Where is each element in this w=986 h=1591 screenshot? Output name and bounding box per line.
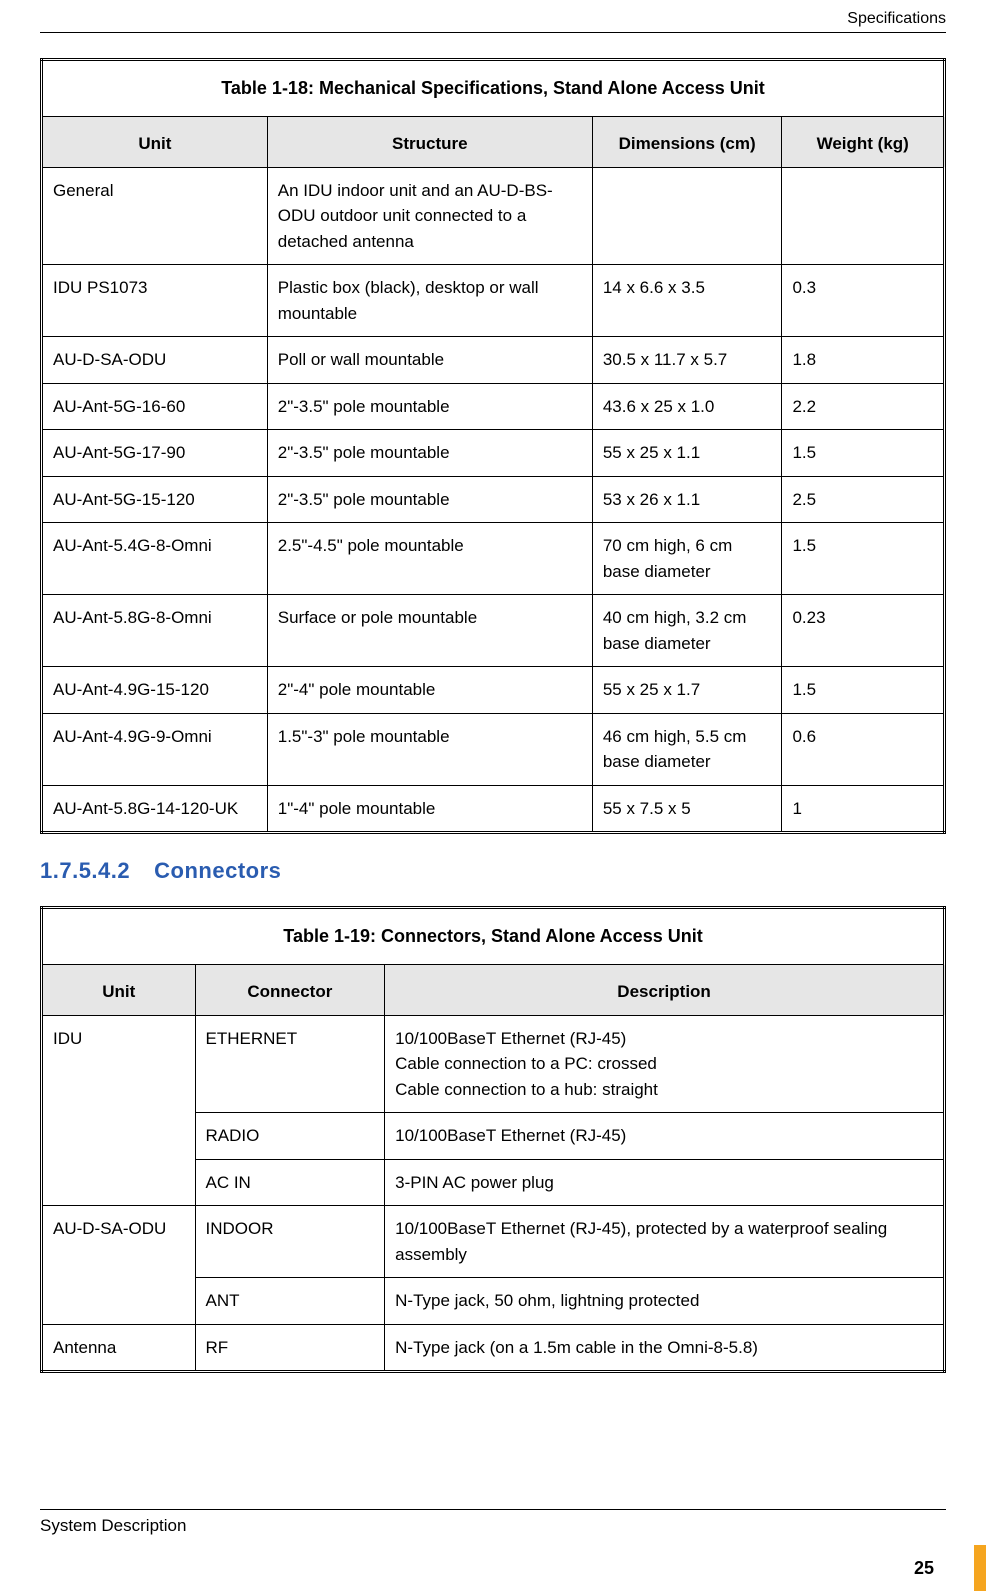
cell: 55 x 25 x 1.7 bbox=[592, 667, 782, 714]
cell: 46 cm high, 5.5 cm base diameter bbox=[592, 713, 782, 785]
cell: 53 x 26 x 1.1 bbox=[592, 476, 782, 523]
table19-col-0: Unit bbox=[42, 965, 196, 1016]
cell: 2.5"-4.5" pole mountable bbox=[267, 523, 592, 595]
table18-caption: Table 1-18: Mechanical Specifications, S… bbox=[42, 60, 945, 117]
cell: 2"-3.5" pole mountable bbox=[267, 476, 592, 523]
table-row: AU-Ant-4.9G-15-1202"-4" pole mountable55… bbox=[42, 667, 945, 714]
cell: AU-Ant-5.8G-14-120-UK bbox=[42, 785, 268, 833]
cell: AU-D-SA-ODU bbox=[42, 337, 268, 384]
table-connectors: Table 1-19: Connectors, Stand Alone Acce… bbox=[40, 906, 946, 1373]
cell: An IDU indoor unit and an AU-D-BS-ODU ou… bbox=[267, 167, 592, 265]
cell: 1.5 bbox=[782, 430, 945, 477]
cell: 70 cm high, 6 cm base diameter bbox=[592, 523, 782, 595]
table19-col-2: Description bbox=[385, 965, 945, 1016]
section-heading-connectors: 1.7.5.4.2 Connectors bbox=[40, 858, 946, 884]
cell: 1.5 bbox=[782, 523, 945, 595]
cell: 2"-3.5" pole mountable bbox=[267, 430, 592, 477]
cell: 0.23 bbox=[782, 595, 945, 667]
cell: AC IN bbox=[195, 1159, 385, 1206]
orange-tab bbox=[974, 1545, 986, 1591]
page-footer: System Description 25 bbox=[40, 1509, 946, 1579]
table-row: AU-Ant-5G-16-602"-3.5" pole mountable43.… bbox=[42, 383, 945, 430]
cell: 1.5"-3" pole mountable bbox=[267, 713, 592, 785]
page-number: 25 bbox=[914, 1558, 946, 1579]
table-row: AU-Ant-5.8G-14-120-UK1"-4" pole mountabl… bbox=[42, 785, 945, 833]
cell: 1.5 bbox=[782, 667, 945, 714]
cell: 1.8 bbox=[782, 337, 945, 384]
table-row: AU-D-SA-ODUPoll or wall mountable30.5 x … bbox=[42, 337, 945, 384]
table-row: AU-Ant-5G-17-902"-3.5" pole mountable55 … bbox=[42, 430, 945, 477]
table-row: AU-Ant-5.8G-8-OmniSurface or pole mounta… bbox=[42, 595, 945, 667]
table-row: IDU PS1073Plastic box (black), desktop o… bbox=[42, 265, 945, 337]
cell: 55 x 25 x 1.1 bbox=[592, 430, 782, 477]
table-row: GeneralAn IDU indoor unit and an AU-D-BS… bbox=[42, 167, 945, 265]
cell bbox=[592, 167, 782, 265]
table-row: AntennaRFN-Type jack (on a 1.5m cable in… bbox=[42, 1324, 945, 1372]
cell: 1 bbox=[782, 785, 945, 833]
table18-col-0: Unit bbox=[42, 117, 268, 168]
cell: ETHERNET bbox=[195, 1015, 385, 1113]
cell: 43.6 x 25 x 1.0 bbox=[592, 383, 782, 430]
cell: AU-Ant-5G-17-90 bbox=[42, 430, 268, 477]
section-number: 1.7.5.4.2 bbox=[40, 858, 130, 883]
cell: AU-Ant-5.4G-8-Omni bbox=[42, 523, 268, 595]
table-row: AU-Ant-5.4G-8-Omni2.5"-4.5" pole mountab… bbox=[42, 523, 945, 595]
cell: 0.6 bbox=[782, 713, 945, 785]
table18-col-2: Dimensions (cm) bbox=[592, 117, 782, 168]
cell: AU-D-SA-ODU bbox=[42, 1206, 196, 1325]
cell: N-Type jack, 50 ohm, lightning protected bbox=[385, 1278, 945, 1325]
cell: 10/100BaseT Ethernet (RJ-45)Cable connec… bbox=[385, 1015, 945, 1113]
cell: 10/100BaseT Ethernet (RJ-45) bbox=[385, 1113, 945, 1160]
cell: AU-Ant-4.9G-15-120 bbox=[42, 667, 268, 714]
section-title: Connectors bbox=[154, 858, 281, 883]
cell: IDU bbox=[42, 1015, 196, 1206]
cell: 2.5 bbox=[782, 476, 945, 523]
table18-col-1: Structure bbox=[267, 117, 592, 168]
table-row: AU-D-SA-ODUINDOOR10/100BaseT Ethernet (R… bbox=[42, 1206, 945, 1278]
cell: ANT bbox=[195, 1278, 385, 1325]
cell: RADIO bbox=[195, 1113, 385, 1160]
cell: 14 x 6.6 x 3.5 bbox=[592, 265, 782, 337]
cell: Surface or pole mountable bbox=[267, 595, 592, 667]
cell: Plastic box (black), desktop or wall mou… bbox=[267, 265, 592, 337]
page: Specifications Table 1-18: Mechanical Sp… bbox=[0, 0, 986, 1591]
table-row: AU-Ant-4.9G-9-Omni1.5"-3" pole mountable… bbox=[42, 713, 945, 785]
cell: Poll or wall mountable bbox=[267, 337, 592, 384]
table-mechanical-specs: Table 1-18: Mechanical Specifications, S… bbox=[40, 58, 946, 834]
table19-col-1: Connector bbox=[195, 965, 385, 1016]
table19-caption: Table 1-19: Connectors, Stand Alone Acce… bbox=[42, 908, 945, 965]
table-row: AU-Ant-5G-15-1202"-3.5" pole mountable53… bbox=[42, 476, 945, 523]
cell: 40 cm high, 3.2 cm base diameter bbox=[592, 595, 782, 667]
cell bbox=[782, 167, 945, 265]
cell: 2"-3.5" pole mountable bbox=[267, 383, 592, 430]
cell: 30.5 x 11.7 x 5.7 bbox=[592, 337, 782, 384]
cell: 1"-4" pole mountable bbox=[267, 785, 592, 833]
cell: 2"-4" pole mountable bbox=[267, 667, 592, 714]
cell: RF bbox=[195, 1324, 385, 1372]
cell: INDOOR bbox=[195, 1206, 385, 1278]
cell: AU-Ant-5.8G-8-Omni bbox=[42, 595, 268, 667]
cell: 0.3 bbox=[782, 265, 945, 337]
cell: 10/100BaseT Ethernet (RJ-45), protected … bbox=[385, 1206, 945, 1278]
cell: General bbox=[42, 167, 268, 265]
cell: IDU PS1073 bbox=[42, 265, 268, 337]
footer-text: System Description bbox=[40, 1516, 946, 1536]
header-right: Specifications bbox=[40, 10, 946, 33]
cell: AU-Ant-5G-16-60 bbox=[42, 383, 268, 430]
cell: N-Type jack (on a 1.5m cable in the Omni… bbox=[385, 1324, 945, 1372]
cell: 55 x 7.5 x 5 bbox=[592, 785, 782, 833]
cell: AU-Ant-4.9G-9-Omni bbox=[42, 713, 268, 785]
cell: 3-PIN AC power plug bbox=[385, 1159, 945, 1206]
cell: AU-Ant-5G-15-120 bbox=[42, 476, 268, 523]
cell: 2.2 bbox=[782, 383, 945, 430]
cell: Antenna bbox=[42, 1324, 196, 1372]
table-row: IDUETHERNET10/100BaseT Ethernet (RJ-45)C… bbox=[42, 1015, 945, 1113]
table18-col-3: Weight (kg) bbox=[782, 117, 945, 168]
